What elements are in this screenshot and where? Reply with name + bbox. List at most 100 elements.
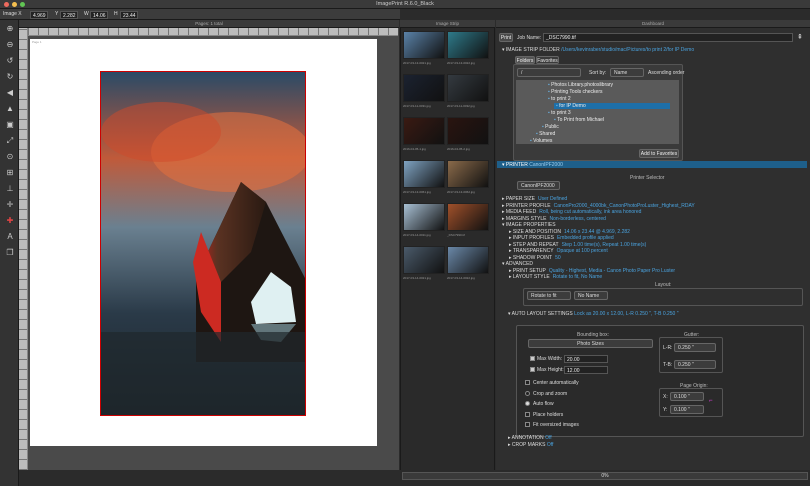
strip-thumbnail[interactable]	[447, 117, 489, 145]
strip-thumbnail[interactable]	[403, 74, 445, 102]
property-row[interactable]: ▸ STEP AND REPEAT Step 1.00 time(s), Repe…	[509, 242, 646, 248]
gutter-tb-stepper[interactable]: 0.250 "	[674, 360, 716, 369]
folder-tree-item[interactable]: ▪ for IP Demo	[554, 103, 670, 109]
strip-thumbnail[interactable]	[403, 31, 445, 59]
rotate-left-icon[interactable]: ↺	[5, 56, 15, 66]
strip-thumbnail[interactable]	[403, 246, 445, 274]
origin-x-stepper[interactable]: 0.100 "	[670, 392, 704, 401]
strip-thumbnail[interactable]	[447, 246, 489, 274]
flip-horizontal-icon[interactable]: ◀	[5, 88, 15, 98]
property-row[interactable]: ▾ IMAGE PROPERTIES	[502, 222, 559, 228]
folder-tree-item[interactable]: ▪ Photos Library.photoslibrary	[548, 82, 613, 88]
strip-thumbnail[interactable]	[403, 117, 445, 145]
rotate-right-icon[interactable]: ↻	[5, 72, 15, 82]
folder-tree-item[interactable]: ▪ to print 2	[548, 96, 571, 102]
image-h-field[interactable]: 23.44	[120, 10, 138, 19]
option-radio[interactable]	[525, 401, 530, 406]
option-label: Crop and zoom	[533, 390, 568, 397]
zoom-in-icon[interactable]: ⊕	[5, 24, 15, 34]
center-icon[interactable]: ⊙	[5, 152, 15, 162]
annotation-value: Off	[545, 435, 552, 441]
expand-icon[interactable]: ⤢	[5, 136, 15, 146]
crop-marks-row[interactable]: ▸ CROP MARKS Off	[508, 442, 553, 448]
bounding-box-select[interactable]: Photo Sizes	[528, 339, 653, 348]
max-height-checkbox[interactable]	[530, 367, 535, 372]
pin-icon[interactable]: ⇞	[797, 33, 803, 41]
placed-image[interactable]	[100, 71, 306, 416]
folder-tree-item[interactable]: ▪ Volumes	[530, 138, 552, 144]
folder-tree-item[interactable]: ▪ Shared	[536, 131, 555, 137]
property-label: LAYOUT STYLE	[512, 274, 550, 280]
image-w-field[interactable]: 14.06	[90, 10, 108, 19]
printer-select[interactable]: CanonIPF2000	[517, 181, 560, 190]
image-y-field[interactable]: 2.282	[60, 10, 78, 19]
add-to-favorites-button[interactable]: Add to Favorites	[639, 149, 679, 158]
sort-order-label: Ascending order	[648, 70, 685, 76]
strip-thumbnail[interactable]	[447, 31, 489, 59]
strip-thumbnail[interactable]	[447, 160, 489, 188]
job-name-field[interactable]: _DSC7990.tif	[543, 33, 793, 42]
left-ruler	[19, 28, 28, 470]
tab-favorites[interactable]: Favorites	[536, 56, 559, 64]
property-row[interactable]: ▸ LAYOUT STYLE Rotate to fit, No Name	[509, 274, 602, 280]
property-label: PRINT SETUP	[512, 267, 546, 274]
print-button[interactable]: Print	[499, 33, 513, 42]
tab-folders[interactable]: Folders	[515, 56, 535, 64]
strip-thumbnail[interactable]	[403, 203, 445, 231]
strip-thumbnail[interactable]	[403, 160, 445, 188]
property-label: MARGINS STYLE	[505, 215, 547, 222]
property-row[interactable]: ▾ ADVANCED	[502, 261, 536, 267]
folder-tree-item[interactable]: ▪ to print 3	[548, 110, 571, 116]
max-height-label: Max Height:	[537, 367, 564, 373]
auto-layout-row[interactable]: ▾ AUTO LAYOUT SETTINGS Lock as 20.00 x 1…	[508, 311, 679, 317]
layers-icon[interactable]: ❐	[5, 248, 15, 258]
thumbnail-caption: 2016-04-05-2.jpg	[447, 147, 470, 151]
crop-icon[interactable]: ✚	[5, 216, 15, 226]
property-row[interactable]: ▸ PRINT SETUP Quality - Highest, Media - …	[509, 268, 675, 274]
image-x-field[interactable]: 4.969	[30, 10, 48, 19]
move-icon[interactable]: ✛	[5, 200, 15, 210]
max-width-field[interactable]: 20.00	[564, 355, 608, 363]
gutter-lr-stepper[interactable]: 0.250 "	[674, 343, 716, 352]
property-label: ADVANCED	[505, 261, 534, 267]
strip-thumbnail[interactable]	[447, 203, 489, 231]
max-height-field[interactable]: 12.00	[564, 366, 608, 374]
printer-row[interactable]: ▾ PRINTER CanonIPF2000	[502, 162, 563, 168]
property-row[interactable]: ▸ PRINTER PROFILE CanonPro2000_4000bk_Can…	[502, 203, 695, 209]
annotation-row[interactable]: ▸ ANNOTATION Off	[508, 435, 552, 441]
sort-by-select[interactable]: Name	[610, 68, 644, 77]
property-row[interactable]: ▸ PAPER SIZE User Defined	[502, 196, 567, 202]
gutter-lr-label: L-R:	[663, 345, 673, 351]
align-icon[interactable]: ⊥	[5, 184, 15, 194]
zoom-out-icon[interactable]: ⊖	[5, 40, 15, 50]
property-row[interactable]: ▸ MARGINS STYLE Non-borderless, centered	[502, 216, 606, 222]
text-icon[interactable]: A	[5, 232, 15, 242]
property-row[interactable]: ▸ SIZE AND POSITION 14.06 x 23.44 @ 4.969…	[509, 229, 630, 235]
folder-name: Photos Library.photoslibrary	[551, 82, 614, 88]
folder-name: Public	[545, 124, 559, 130]
strip-thumbnail[interactable]	[447, 74, 489, 102]
folder-tree-item[interactable]: ▪ Public	[542, 124, 559, 130]
option-radio[interactable]	[525, 390, 530, 396]
flip-vertical-icon[interactable]: ▲	[5, 104, 15, 114]
fit-icon[interactable]: ▣	[5, 120, 15, 130]
max-width-checkbox[interactable]	[530, 356, 535, 361]
origin-y-stepper[interactable]: 0.100 "	[670, 405, 704, 414]
property-row[interactable]: ▸ TRANSPARENCY Opaque at 100 percent	[509, 248, 608, 254]
folder-name: to print 3	[551, 110, 571, 116]
option-checkbox[interactable]	[525, 411, 530, 417]
layout-rotate-select[interactable]: Rotate to fit	[527, 291, 571, 300]
property-row[interactable]: ▸ MEDIA FEED Roll, being cut automaticall…	[502, 209, 641, 215]
option-label: Fit oversized images	[533, 422, 579, 428]
origin-link-icon[interactable]: ⌐	[709, 398, 713, 404]
option-checkbox[interactable]	[525, 422, 530, 427]
grid-icon[interactable]: ⊞	[5, 168, 15, 178]
folder-tree-item[interactable]: ▪ To Print from Michael	[554, 117, 604, 123]
layout-name-select[interactable]: No Name	[574, 291, 608, 300]
root-folder-select[interactable]: /	[517, 68, 581, 77]
thumbnail-caption: _DSC7990.tif	[447, 233, 465, 237]
option-checkbox[interactable]	[525, 380, 530, 385]
folder-tree-item[interactable]: ▪ Printing Tools checkers	[548, 89, 603, 95]
property-row[interactable]: ▸ SHADOW POINT 50	[509, 255, 561, 261]
property-row[interactable]: ▸ INPUT PROFILES Embedded profile applied	[509, 235, 614, 241]
